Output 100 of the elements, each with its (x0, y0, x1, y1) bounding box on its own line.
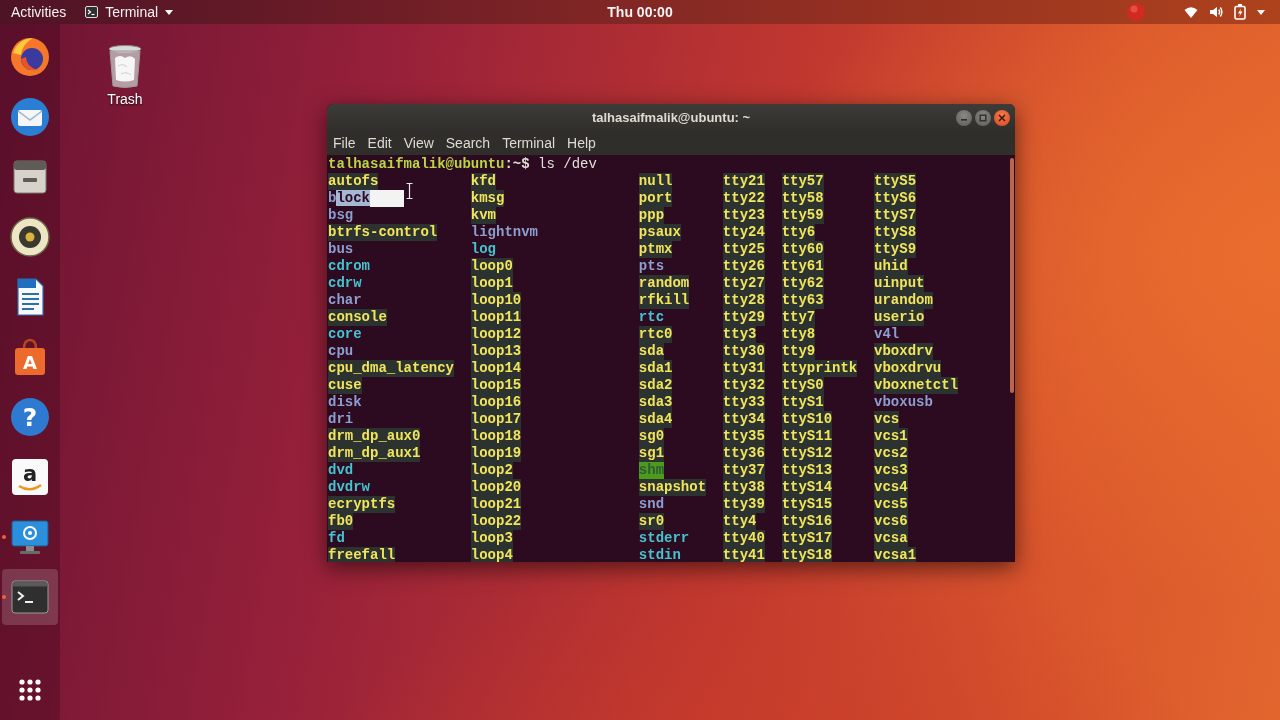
wifi-icon[interactable] (1184, 6, 1198, 18)
device-entry[interactable]: loop18 (470, 428, 522, 445)
device-entry[interactable]: psaux (638, 224, 681, 241)
device-entry[interactable]: vcs3 (874, 462, 908, 479)
device-entry[interactable]: ttyS13 (781, 462, 833, 479)
device-entry[interactable]: loop10 (470, 292, 522, 309)
device-entry[interactable]: kvm (470, 207, 497, 224)
device-entry[interactable]: uinput (874, 275, 925, 292)
device-entry[interactable]: sda (638, 343, 665, 360)
device-entry[interactable]: tty23 (722, 207, 765, 224)
device-entry[interactable]: tty37 (722, 462, 765, 479)
device-entry[interactable]: ttyS8 (874, 224, 917, 241)
device-entry[interactable]: tty28 (722, 292, 765, 309)
device-entry[interactable]: loop14 (470, 360, 522, 377)
help-icon[interactable]: ? (9, 396, 51, 438)
device-entry[interactable]: tty33 (722, 394, 765, 411)
symlink-entry[interactable]: fd (328, 530, 345, 547)
device-entry[interactable]: tty9 (781, 343, 816, 360)
device-entry[interactable]: tty58 (781, 190, 824, 207)
directory-entry[interactable]: v4l (874, 326, 900, 343)
device-entry[interactable]: loop12 (470, 326, 522, 343)
directory-entry[interactable]: bus (328, 241, 354, 258)
device-entry[interactable]: tty27 (722, 275, 765, 292)
device-entry[interactable]: sda3 (638, 394, 673, 411)
device-entry[interactable]: tty63 (781, 292, 824, 309)
device-entry[interactable]: vboxdrvu (874, 360, 942, 377)
device-entry[interactable]: kfd (470, 173, 497, 190)
device-entry[interactable]: loop21 (470, 496, 522, 513)
device-entry[interactable]: rtc0 (638, 326, 673, 343)
device-entry[interactable]: tty36 (722, 445, 765, 462)
device-entry[interactable]: ttyS9 (874, 241, 917, 258)
device-entry[interactable]: vboxdrv (874, 343, 933, 360)
battery-icon[interactable] (1234, 4, 1246, 20)
menu-item[interactable]: File (327, 131, 362, 155)
directory-entry[interactable]: char (328, 292, 362, 309)
device-entry[interactable]: tty31 (722, 360, 765, 377)
device-entry[interactable]: tty21 (722, 173, 765, 190)
device-entry[interactable]: tty38 (722, 479, 765, 496)
device-entry[interactable]: null (638, 173, 673, 190)
device-entry[interactable]: vcs4 (874, 479, 908, 496)
directory-entry[interactable]: disk (328, 394, 362, 411)
trash-bin-icon[interactable] (107, 44, 143, 88)
device-entry[interactable]: loop4 (470, 547, 513, 562)
symlink-entry[interactable]: rtc (638, 309, 665, 326)
device-entry[interactable]: cpu_dma_latency (328, 360, 455, 377)
device-entry[interactable]: loop16 (470, 394, 522, 411)
device-entry[interactable]: ttyS15 (781, 496, 833, 513)
device-entry[interactable]: ttyS0 (781, 377, 824, 394)
clock-button[interactable]: Thu 00:00 (596, 0, 684, 24)
device-entry[interactable]: sr0 (638, 513, 665, 530)
device-entry[interactable]: vcsa (874, 530, 908, 547)
device-entry[interactable]: loop13 (470, 343, 522, 360)
device-entry[interactable]: tty8 (781, 326, 816, 343)
menu-item[interactable]: View (397, 131, 440, 155)
directory-entry[interactable]: snd (638, 496, 665, 513)
menu-item[interactable]: Help (561, 131, 602, 155)
app-grid-icon[interactable] (19, 679, 41, 701)
device-entry[interactable]: autofs (328, 173, 379, 190)
device-entry[interactable]: vcs6 (874, 513, 908, 530)
directory-entry[interactable]: bsg (328, 207, 354, 224)
device-entry[interactable]: loop2 (470, 462, 513, 479)
app-menu-button[interactable]: Terminal (77, 0, 185, 24)
device-entry[interactable]: tty30 (722, 343, 765, 360)
device-entry[interactable]: loop1 (470, 275, 513, 292)
device-entry[interactable]: ttyS10 (781, 411, 833, 428)
caret-icon[interactable] (1257, 9, 1265, 15)
device-entry[interactable]: sg0 (638, 428, 665, 445)
dock-button[interactable]: ? (2, 389, 58, 445)
device-entry[interactable]: tty26 (722, 258, 765, 275)
device-entry[interactable]: tty6 (781, 224, 816, 241)
device-entry[interactable]: random (638, 275, 690, 292)
device-entry[interactable]: tty3 (722, 326, 757, 343)
maximize-button[interactable] (975, 109, 991, 126)
device-entry[interactable]: loop17 (470, 411, 522, 428)
close-button[interactable] (994, 109, 1010, 126)
desktop-icon-label[interactable]: Trash (107, 91, 143, 108)
device-entry[interactable]: freefall (328, 547, 396, 562)
device-entry[interactable]: sda2 (638, 377, 673, 394)
device-entry[interactable]: btrfs-control (328, 224, 438, 241)
symlink-entry[interactable]: dvdrw (328, 479, 370, 496)
symlink-entry[interactable]: core (328, 326, 362, 343)
device-entry[interactable]: ttyS18 (781, 547, 833, 562)
device-entry[interactable]: kmsg (470, 190, 505, 207)
device-entry[interactable]: tty59 (781, 207, 824, 224)
device-entry[interactable]: ttyS1 (781, 394, 824, 411)
symlink-entry[interactable]: log (470, 241, 497, 258)
device-entry[interactable]: ttyS16 (781, 513, 833, 530)
device-entry[interactable]: ttyS6 (874, 190, 917, 207)
device-entry[interactable]: tty60 (781, 241, 824, 258)
device-entry[interactable]: tty34 (722, 411, 765, 428)
device-entry[interactable]: ecryptfs (328, 496, 396, 513)
minimize-button[interactable] (956, 109, 972, 126)
device-entry[interactable]: tty39 (722, 496, 765, 513)
device-entry[interactable]: ttyS11 (781, 428, 833, 445)
device-entry[interactable]: loop3 (470, 530, 513, 547)
speaker-icon[interactable] (9, 216, 51, 258)
device-entry[interactable]: loop11 (470, 309, 522, 326)
device-entry[interactable]: vcs1 (874, 428, 908, 445)
device-entry[interactable]: vcs (874, 411, 900, 428)
device-entry[interactable]: port (638, 190, 673, 207)
